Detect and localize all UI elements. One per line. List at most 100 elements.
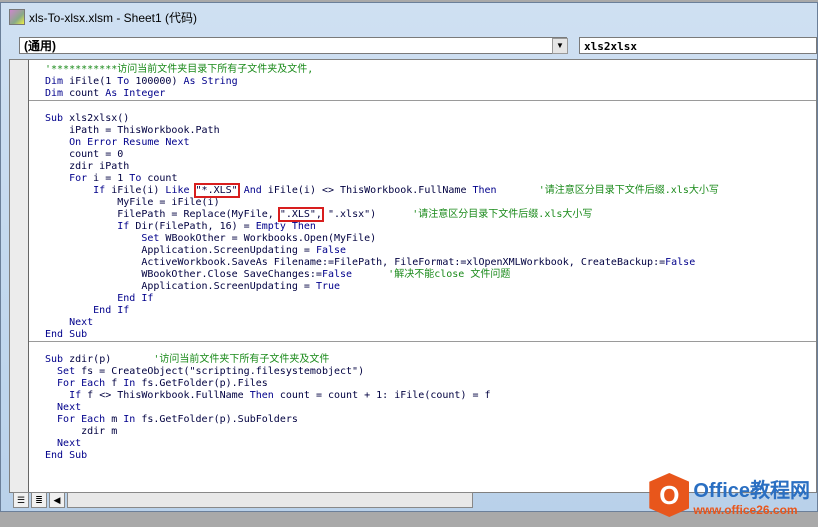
code-keyword: False	[315, 245, 347, 256]
code-keyword: Next	[45, 438, 82, 449]
code-text: ".xlsx")	[321, 209, 413, 220]
procedure-view-button[interactable]: ☰	[13, 492, 29, 508]
code-keyword: If	[45, 390, 88, 401]
code-keyword: Next	[45, 402, 82, 413]
code-text: Application.ScreenUpdating =	[45, 281, 316, 292]
code-keyword: Set	[45, 233, 166, 244]
code-keyword: False	[665, 257, 696, 268]
code-editor[interactable]: '***********访问当前文件夹目录下所有子文件夹及文件, Dim iFil…	[9, 59, 817, 493]
code-keyword: In	[123, 378, 142, 389]
object-dropdown[interactable]: (通用)	[19, 37, 567, 54]
code-line: Next	[45, 402, 816, 414]
code-keyword: To	[129, 173, 148, 184]
watermark-url: www.office26.com	[693, 502, 798, 517]
code-keyword: False	[321, 269, 353, 280]
object-dropdown-value: (通用)	[24, 39, 56, 53]
window-title: xls-To-xlsx.xlsm - Sheet1 (代码)	[29, 10, 198, 25]
highlighted-string: ".XLS",	[277, 207, 324, 222]
code-keyword: If	[45, 221, 136, 232]
code-line: Dim iFile(1 To 100000) As String	[45, 76, 816, 88]
code-text: i = 1	[93, 173, 130, 184]
code-line: '***********访问当前文件夹目录下所有子文件夹及文件,	[45, 64, 816, 76]
code-line: zdir iPath	[45, 161, 816, 173]
code-text: 100000)	[129, 76, 184, 87]
code-line: ActiveWorkbook.SaveAs Filename:=FilePath…	[45, 257, 816, 269]
code-text: iFile(i) <> ThisWorkbook.FullName	[267, 185, 473, 196]
code-comment: '访问当前文件夹下所有子文件夹及文件	[153, 354, 330, 365]
code-line: FilePath = Replace(MyFile, ".XLS", ".xls…	[45, 207, 816, 222]
code-keyword: Then	[249, 390, 280, 401]
code-keyword: Next	[45, 317, 94, 328]
code-comment: '解决不能close 文件问题	[352, 269, 511, 280]
margin-indicator-bar	[10, 60, 29, 492]
vbe-code-window: xls-To-xlsx.xlsm - Sheet1 (代码) (通用) ▼ xl…	[0, 2, 818, 512]
code-keyword: End If	[45, 293, 154, 304]
code-line: End If	[45, 305, 816, 317]
code-text: count = 0	[45, 149, 124, 160]
code-line: If Dir(FilePath, 16) = Empty Then	[45, 221, 816, 233]
code-text: f <> ThisWorkbook.FullName	[87, 390, 250, 401]
code-line: iPath = ThisWorkbook.Path	[45, 125, 816, 137]
code-line: For Each m In fs.GetFolder(p).SubFolders	[45, 414, 816, 426]
code-line: Next	[45, 317, 816, 329]
code-line: Application.ScreenUpdating = False	[45, 245, 816, 257]
code-keyword: If	[45, 185, 112, 196]
code-keyword: Sub	[45, 113, 70, 124]
code-keyword: For Each	[45, 378, 112, 389]
code-line: MyFile = iFile(i)	[45, 197, 816, 209]
code-text: iPath = ThisWorkbook.Path	[45, 125, 220, 136]
code-line: On Error Resume Next	[45, 137, 816, 149]
code-comment: '请注意区分目录下文件后缀.xls大小写	[496, 185, 719, 196]
code-keyword: Dim	[45, 76, 70, 87]
code-text: ActiveWorkbook.SaveAs Filename:=FilePath…	[45, 257, 666, 268]
office-logo-icon: O	[649, 473, 690, 517]
code-line: Set WBookOther = Workbooks.Open(MyFile)	[45, 233, 816, 245]
procedure-dropdown[interactable]: xls2xlsx	[579, 37, 817, 54]
code-text: fs.GetFolder(p).SubFolders	[141, 414, 298, 425]
code-text: fs = CreateObject("scripting.filesystemo…	[81, 366, 365, 377]
code-text: iFile(1	[69, 76, 118, 87]
code-text: count	[69, 88, 106, 99]
code-keyword: To	[117, 76, 130, 87]
code-line: End Sub	[45, 450, 816, 462]
vba-module-icon	[9, 9, 25, 25]
code-line	[45, 342, 816, 354]
code-text: MyFile = iFile(i)	[45, 197, 220, 208]
code-line: End Sub	[45, 329, 816, 341]
code-keyword: True	[315, 281, 341, 292]
code-line: For i = 1 To count	[45, 173, 816, 185]
watermark-brand: Office教程网	[693, 479, 810, 502]
code-line: Sub xls2xlsx()	[45, 113, 816, 125]
code-line: WBookOther.Close SaveChanges:=False '解决不…	[45, 269, 816, 281]
code-keyword: As Integer	[105, 88, 166, 99]
code-text: Application.ScreenUpdating =	[45, 245, 316, 256]
code-text: fs.GetFolder(p).Files	[141, 378, 268, 389]
watermark-logo: O Office教程网 www.office26.com	[649, 473, 810, 517]
code-text: f	[111, 378, 124, 389]
code-text: zdir m	[45, 426, 118, 437]
code-keyword: End Sub	[45, 329, 88, 340]
scroll-left-button[interactable]: ◀	[49, 492, 65, 508]
code-keyword: As String	[183, 76, 238, 87]
code-keyword: On Error Resume Next	[45, 137, 190, 148]
chevron-down-icon[interactable]: ▼	[552, 38, 568, 54]
code-text: xls2xlsx()	[69, 113, 130, 124]
title-bar: xls-To-xlsx.xlsm - Sheet1 (代码)	[1, 3, 817, 31]
code-area[interactable]: '***********访问当前文件夹目录下所有子文件夹及文件, Dim iFil…	[29, 64, 816, 462]
code-text: m	[111, 414, 124, 425]
horizontal-scrollbar[interactable]	[67, 492, 473, 508]
code-keyword: And	[237, 185, 268, 196]
code-section: Sub zdir(p) '访问当前文件夹下所有子文件夹及文件 Set fs = …	[29, 342, 816, 462]
code-text: iFile(i)	[111, 185, 166, 196]
code-keyword: Sub	[45, 354, 70, 365]
code-text: WBookOther = Workbooks.Open(MyFile)	[165, 233, 377, 244]
full-module-view-button[interactable]: ≣	[31, 492, 47, 508]
code-text: count = count + 1: iFile(count) = f	[279, 390, 491, 401]
code-line: If iFile(i) Like "*.XLS" And iFile(i) <>…	[45, 183, 816, 198]
code-keyword: Dim	[45, 88, 70, 99]
code-keyword: For	[45, 173, 94, 184]
code-line: Dim count As Integer	[45, 88, 816, 100]
code-text: zdir iPath	[45, 161, 130, 172]
